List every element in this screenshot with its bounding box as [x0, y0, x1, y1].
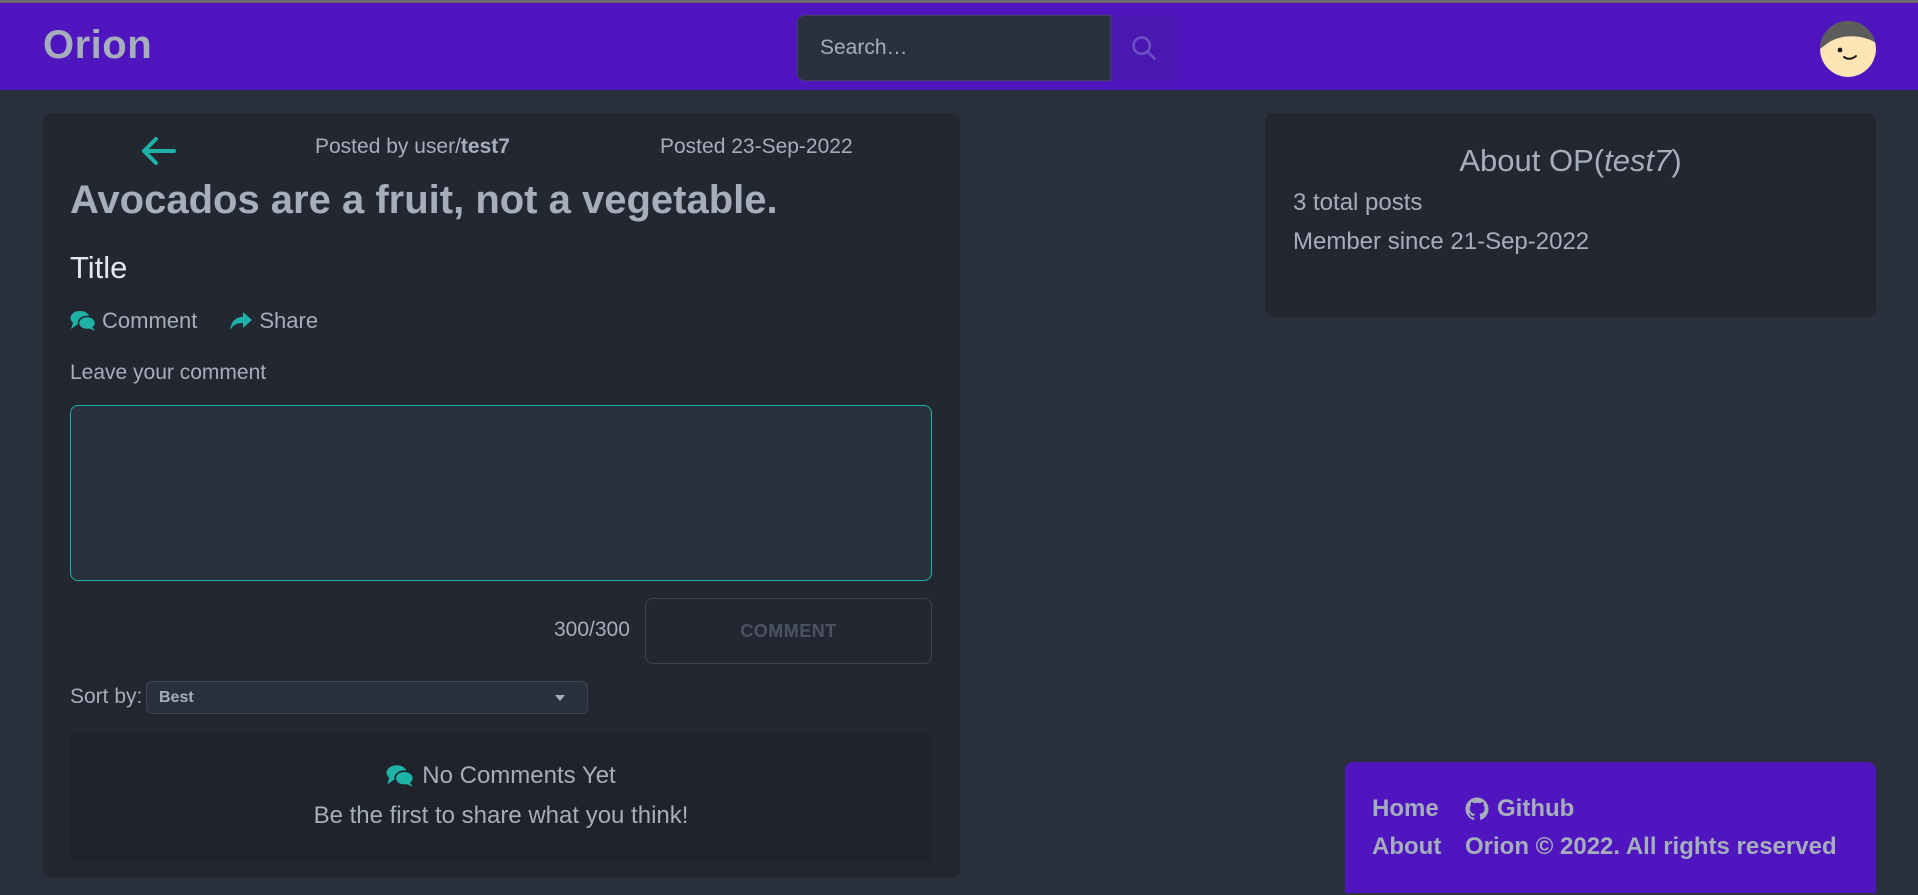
about-op-title-suffix: ) [1671, 143, 1682, 178]
post-title: Avocados are a fruit, not a vegetable. [70, 178, 778, 222]
footer-home-link[interactable]: Home [1372, 795, 1439, 823]
chevron-down-icon [555, 695, 565, 701]
post-card: Posted by user/test7 Posted 23-Sep-2022 … [43, 113, 960, 878]
navbar: Orion [0, 3, 1918, 90]
footer-github-label: Github [1497, 795, 1575, 822]
comment-submit-button[interactable]: COMMENT [645, 598, 932, 664]
avatar-face-icon [1820, 21, 1876, 77]
no-comments-title: No Comments Yet [422, 762, 616, 789]
post-author-line: Posted by user/test7 [315, 135, 510, 159]
about-op-username[interactable]: test7 [1604, 143, 1671, 178]
search-bar [797, 15, 1177, 81]
post-actions: Comment Share [70, 308, 318, 334]
about-op-member-since: Member since 21-Sep-2022 [1293, 228, 1590, 255]
post-date: Posted 23-Sep-2022 [660, 135, 853, 158]
search-button[interactable] [1111, 15, 1177, 81]
comment-action-label: Comment [102, 308, 198, 333]
about-op-total-posts: 3 total posts [1293, 189, 1423, 216]
sort-select[interactable]: Best [146, 681, 588, 714]
comment-textarea[interactable] [70, 405, 932, 581]
comments-icon [70, 311, 96, 331]
share-icon [230, 312, 253, 330]
share-action-label: Share [259, 308, 319, 333]
sort-selected-value: Best [159, 688, 194, 706]
comments-icon [386, 765, 415, 787]
arrow-left-icon [142, 137, 176, 165]
about-op-card: About OP(test7) 3 total posts Member sin… [1265, 113, 1876, 317]
avatar[interactable] [1820, 21, 1876, 77]
footer-about-link[interactable]: About [1372, 833, 1441, 861]
back-button[interactable] [138, 133, 178, 169]
no-comments-subtitle: Be the first to share what you think! [313, 802, 689, 829]
no-comments-heading: No Comments Yet [70, 762, 932, 790]
char-counter: 300/300 [554, 618, 630, 641]
comment-field-label: Leave your comment [70, 361, 267, 384]
github-icon [1465, 797, 1489, 820]
footer-copyright: Orion © 2022. All rights reserved [1465, 833, 1837, 860]
footer: Home Github About Orion © 2022. All righ… [1345, 762, 1876, 893]
brand-logo[interactable]: Orion [43, 23, 152, 68]
post-author[interactable]: test7 [461, 135, 510, 158]
search-icon [1132, 36, 1156, 60]
about-op-title-prefix: About OP( [1459, 143, 1605, 178]
post-body: Title [70, 250, 128, 285]
search-input[interactable] [797, 15, 1111, 81]
about-op-title: About OP(test7) [1265, 143, 1876, 179]
footer-github-link[interactable]: Github [1465, 795, 1574, 823]
comment-action-button[interactable]: Comment [70, 308, 197, 334]
sort-label: Sort by: [70, 685, 143, 708]
posted-by-prefix: Posted by user/ [315, 135, 461, 158]
share-action-button[interactable]: Share [229, 308, 318, 334]
no-comments-panel: No Comments Yet Be the first to share wh… [70, 732, 932, 862]
